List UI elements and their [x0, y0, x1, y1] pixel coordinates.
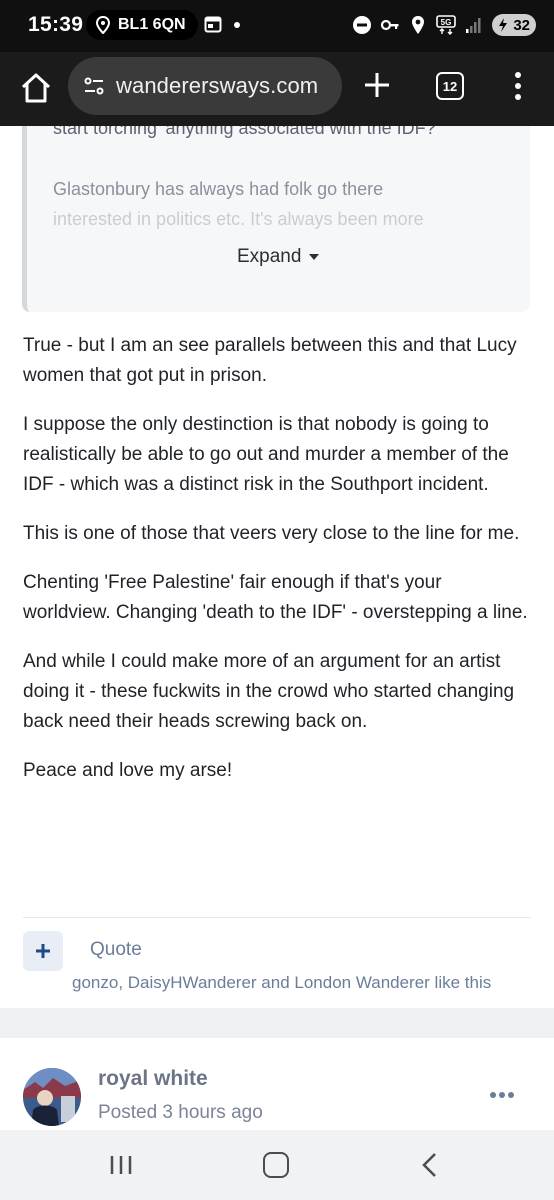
do-not-disturb-icon [353, 16, 371, 34]
status-bar: 15:39 BL1 6QN 5G 32 [0, 0, 554, 52]
battery-icon: 32 [492, 14, 536, 36]
more-vert-icon[interactable] [506, 70, 530, 102]
post-paragraph: Peace and love my arse! [23, 760, 233, 781]
post-paragraph: True - but I am an see parallels between… [23, 335, 517, 386]
charging-bolt-icon [499, 18, 507, 32]
react-plus-button[interactable] [23, 931, 63, 971]
location-chip: BL1 6QN [86, 10, 198, 40]
battery-level: 32 [513, 16, 530, 34]
expand-button[interactable]: Expand [237, 246, 320, 268]
page-content: start torching 'anything associated with… [0, 126, 554, 1130]
post-timestamp: Posted 3 hours ago [98, 1102, 263, 1123]
quote-button[interactable]: Quote [90, 939, 142, 961]
browser-toolbar: wanderersways.com 12 [0, 52, 554, 126]
avatar[interactable] [23, 1068, 81, 1126]
status-icons: 5G 32 [352, 13, 536, 37]
navigation-icon [95, 16, 111, 34]
likes-text[interactable]: gonzo, DaisyHWanderer and London Wandere… [72, 973, 491, 993]
signal-icon [466, 18, 481, 33]
back-icon[interactable] [420, 1152, 440, 1178]
post-divider [23, 917, 531, 918]
5g-icon: 5G [436, 15, 456, 35]
quote-text-line: interested in politics etc. It's always … [53, 209, 424, 229]
post-body: True - but I am an see parallels between… [23, 331, 533, 805]
post-separator [0, 1008, 554, 1038]
quoted-post: start torching 'anything associated with… [22, 126, 530, 312]
tab-count: 12 [442, 78, 458, 94]
post-paragraph: Chenting 'Free Palestine' fair enough if… [23, 572, 528, 623]
status-time: 15:39 [28, 13, 84, 36]
home-icon[interactable] [18, 70, 54, 106]
new-tab-icon[interactable] [362, 70, 392, 100]
location-text: BL1 6QN [118, 16, 186, 33]
notification-dot [234, 22, 240, 28]
post-paragraph: And while I could make more of an argume… [23, 651, 515, 732]
address-bar[interactable]: wanderersways.com [68, 57, 342, 115]
caret-down-icon [309, 254, 320, 260]
tabs-icon[interactable]: 12 [436, 72, 464, 100]
quote-text-line: Glastonbury has always had folk go there [53, 179, 384, 199]
svg-text:5G: 5G [441, 18, 452, 27]
author-name[interactable]: royal white [98, 1067, 208, 1091]
home-nav-icon[interactable] [263, 1152, 289, 1178]
post-paragraph: I suppose the only destinction is that n… [23, 414, 509, 495]
expand-label: Expand [237, 246, 302, 267]
system-nav-bar [0, 1130, 554, 1200]
tune-icon[interactable] [82, 74, 106, 98]
calendar-icon [204, 16, 222, 33]
post-paragraph: This is one of those that veers very clo… [23, 523, 520, 544]
key-icon [380, 19, 399, 31]
avatar-image [23, 1068, 81, 1126]
url-text[interactable]: wanderersways.com [116, 73, 318, 99]
more-horiz-icon[interactable] [488, 1088, 516, 1102]
quote-text-line: start torching 'anything associated with… [53, 126, 436, 138]
recent-apps-icon[interactable] [108, 1154, 134, 1176]
plus-icon [36, 944, 50, 958]
location-icon [412, 16, 424, 34]
